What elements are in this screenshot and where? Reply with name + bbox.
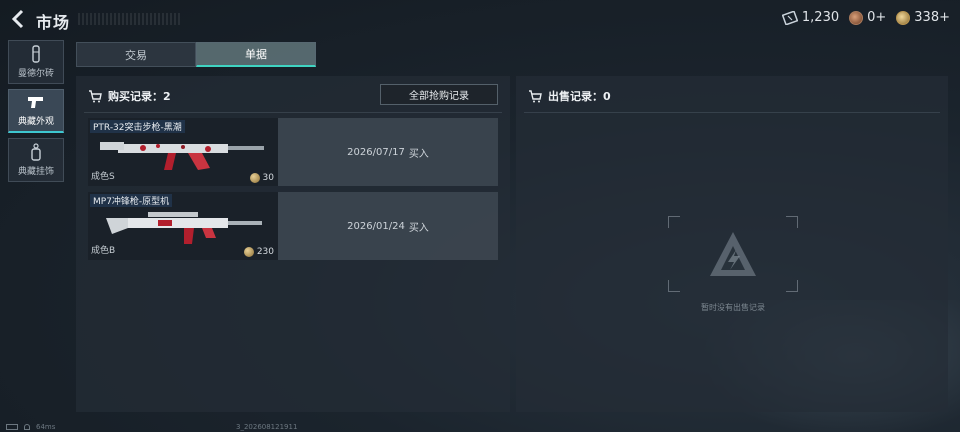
tab-orders[interactable]: 单据 [196, 42, 316, 67]
currency-gold-value: 338+ [914, 10, 950, 25]
battery-icon [6, 424, 18, 430]
charm-icon [31, 143, 41, 161]
pistol-icon [28, 97, 43, 108]
ticket-icon [781, 10, 798, 25]
sidebar-item-charms[interactable]: 典藏挂饰 [8, 138, 64, 182]
sidebar-item-label: 典藏外观 [17, 117, 54, 127]
frame-corner [786, 280, 798, 292]
ping-value: 64ms [36, 423, 56, 431]
frame-corner [668, 216, 680, 228]
currency-ticket-value: 1,230 [801, 10, 840, 25]
item-name: PTR-32突击步枪-黑潮 [90, 120, 185, 133]
weapon-thumbnail: MP7冲锋枪-原型机 成色B 230 [88, 192, 278, 260]
record-info: 2026/07/17 买入 [278, 118, 498, 186]
sidebar-item-brick[interactable]: 曼德尔砖 [8, 40, 64, 84]
smg-image [106, 212, 262, 244]
title-decoration [78, 13, 182, 25]
gold-coin-icon [243, 247, 254, 257]
currency-bar: 1,230 0+ 338+ [781, 10, 950, 25]
brick-icon [32, 45, 40, 63]
frame-corner [668, 280, 680, 292]
item-price-value: 230 [256, 247, 274, 257]
empty-message: 暂时没有出售记录 [701, 303, 765, 312]
currency-ticket[interactable]: 1,230 [781, 10, 840, 25]
item-name: MP7冲锋枪-原型机 [90, 194, 173, 207]
sale-panel: 出售记录：0 暂时没有出售记录 [516, 76, 948, 412]
sidebar: 曼德尔砖 典藏外观 典藏挂饰 [8, 40, 64, 187]
tab-trade[interactable]: 交易 [76, 42, 196, 67]
purchase-panel: 购买记录：2 全部抢购记录 PTR-32突击步枪-黑潮 成色S 30 2026/… [76, 76, 510, 412]
frame-corner [786, 216, 798, 228]
divider [524, 112, 940, 113]
divider [84, 112, 502, 113]
record-action: 买入 [408, 222, 429, 234]
all-snapup-records-button[interactable]: 全部抢购记录 [380, 84, 498, 105]
sale-header: 出售记录：0 [528, 88, 611, 104]
badge-coin-icon [849, 10, 864, 25]
record-date: 2026/01/24 [347, 220, 405, 232]
back-arrow-icon [11, 9, 24, 29]
purchase-record[interactable]: PTR-32突击步枪-黑潮 成色S 30 2026/07/17 买入 [88, 118, 498, 186]
sell-cart-icon [529, 90, 542, 103]
wifi-icon [24, 424, 30, 430]
record-info: 2026/01/24 买入 [278, 192, 498, 260]
back-button[interactable] [8, 8, 30, 30]
sidebar-item-label: 曼德尔砖 [17, 69, 54, 79]
top-bar: 市场 1,230 0+ 338+ [0, 0, 960, 38]
status-bar: 64ms [6, 423, 55, 431]
rifle-image [100, 142, 264, 170]
purchase-record[interactable]: MP7冲锋枪-原型机 成色B 230 2026/01/24 买入 [88, 192, 498, 260]
tab-bar: 交易 单据 [76, 42, 316, 67]
weapon-thumbnail: PTR-32突击步枪-黑潮 成色S 30 [88, 118, 278, 186]
currency-gold[interactable]: 338+ [896, 10, 950, 25]
cart-icon [89, 90, 102, 103]
item-price: 230 [243, 247, 274, 257]
item-grade: 成色B [91, 246, 116, 256]
empty-state: 暂时没有出售记录 [668, 216, 798, 316]
purchase-title: 购买记录：2 [108, 90, 171, 103]
gold-coin-icon [249, 173, 260, 183]
page-title: 市场 [36, 13, 71, 32]
gold-coin-icon [896, 10, 911, 25]
item-price-value: 30 [262, 173, 274, 183]
item-price: 30 [249, 173, 274, 183]
purchase-header: 购买记录：2 [88, 88, 171, 104]
sidebar-item-skins[interactable]: 典藏外观 [8, 89, 64, 133]
record-date: 2026/07/17 [347, 146, 405, 158]
currency-badge-value: 0+ [867, 10, 887, 25]
record-action: 买入 [408, 148, 429, 160]
build-version: 3_202608121911 [236, 423, 298, 431]
sale-title: 出售记录：0 [548, 90, 611, 103]
sidebar-item-label: 典藏挂饰 [17, 167, 54, 177]
currency-badge[interactable]: 0+ [849, 10, 886, 25]
item-grade: 成色S [91, 172, 115, 182]
empty-logo-icon [710, 232, 756, 276]
